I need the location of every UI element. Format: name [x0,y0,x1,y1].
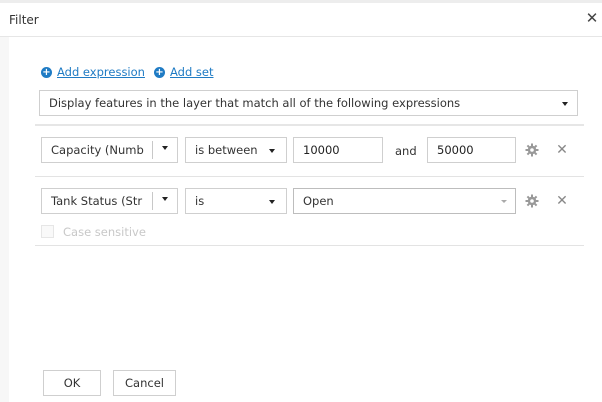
match-mode-select[interactable]: Display features in the layer that match… [39,90,578,116]
match-mode-value: Display features in the layer that match… [49,96,461,110]
expression-field-select[interactable]: Tank Status (Str [41,188,178,214]
title-bar: Filter ✕ [0,3,602,37]
add-set-button[interactable]: + Add set [154,65,214,79]
combobox-value: Open [303,194,334,208]
remove-expression-icon[interactable]: ✕ [556,194,568,208]
value-to-input[interactable]: 50000 [427,137,516,163]
chevron-down-icon [162,146,168,150]
plus-circle-icon: + [154,66,165,78]
chevron-down-icon [162,197,168,201]
expression-field-select[interactable]: Capacity (Numb [41,137,178,163]
field-value: Capacity (Numb [51,143,144,157]
chevron-down-icon [501,200,507,203]
field-value: Tank Status (Str [51,194,143,208]
divider [152,192,153,210]
remove-expression-icon[interactable]: ✕ [556,143,568,157]
chevron-down-icon [562,102,568,106]
ok-button[interactable]: OK [43,370,101,396]
value-combobox[interactable]: Open [293,188,516,214]
checkbox-box [41,225,54,238]
operator-value: is between [195,143,258,157]
add-expression-label: Add expression [57,65,145,79]
expression-operator-select[interactable]: is between [185,137,287,163]
separator [35,124,584,126]
left-strip [0,37,9,402]
filter-dialog: Filter ✕ + Add expression + Add set Disp… [0,0,602,402]
gear-icon[interactable] [525,143,539,157]
dialog-title: Filter [9,13,39,27]
expression-operator-select[interactable]: is [185,188,287,214]
close-icon[interactable]: ✕ [585,11,599,26]
value-from-input[interactable]: 10000 [293,137,383,163]
separator [35,176,584,177]
separator [35,245,584,246]
plus-circle-icon: + [41,66,52,78]
add-expression-button[interactable]: + Add expression [41,65,145,79]
chevron-down-icon [269,149,275,153]
operator-value: is [195,194,205,208]
divider [152,141,153,159]
and-label: and [395,144,417,158]
case-sensitive-label: Case sensitive [63,224,146,239]
case-sensitive-checkbox[interactable]: Case sensitive [41,224,146,239]
cancel-button[interactable]: Cancel [113,370,176,396]
add-set-label: Add set [170,65,214,79]
chevron-down-icon [269,200,275,204]
gear-icon[interactable] [525,194,539,208]
